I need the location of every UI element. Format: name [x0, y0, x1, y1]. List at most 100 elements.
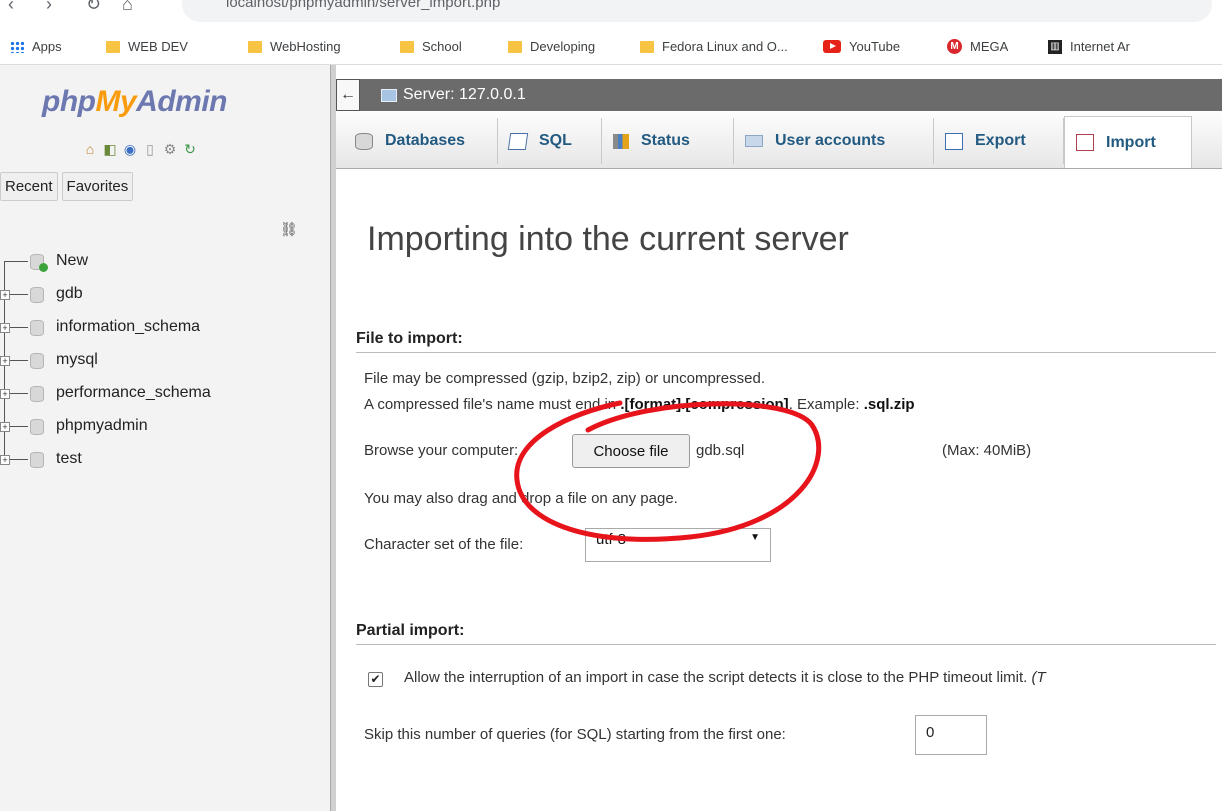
url-text[interactable]: localhost/phpmyadmin/server_import.php [226, 0, 500, 11]
selected-file-name: gdb.sql [696, 442, 745, 459]
tab-label: User accounts [775, 132, 886, 149]
apps-grid-icon [10, 40, 24, 53]
tab-user-accounts[interactable]: User accounts [734, 118, 934, 164]
logout-icon[interactable]: ◧ [102, 141, 118, 157]
filename-note-format: .[format].[compression] [620, 396, 789, 413]
expand-icon[interactable]: + [0, 455, 10, 465]
allow-interrupt-checkbox[interactable]: ✔ [368, 672, 383, 687]
bookmark-label: Developing [530, 39, 596, 54]
compression-note: File may be compressed (gzip, bzip2, zip… [364, 370, 766, 387]
database-icon [30, 287, 44, 303]
tab-import[interactable]: Import [1064, 116, 1192, 168]
bookmark-label: Internet Ar [1070, 39, 1130, 54]
navigation-panel: phpMyAdmin ⌂ ◧ ◉ ▯ ⚙ ↻ Recent Favorites … [0, 65, 331, 811]
sql-icon [507, 132, 529, 150]
home-icon[interactable]: ⌂ [122, 0, 133, 15]
tab-export[interactable]: Export [934, 118, 1064, 164]
folder-icon [400, 40, 414, 53]
link-with-main-panel-icon[interactable]: ⛓ [280, 221, 298, 238]
skip-queries-input[interactable]: 0 [915, 715, 987, 755]
mega-icon: M [947, 39, 962, 54]
bookmark-webhosting[interactable]: WebHosting [248, 39, 341, 54]
logo-part-my: My [95, 85, 137, 118]
folder-icon [508, 40, 522, 53]
tab-label: Status [641, 132, 690, 149]
tree-item-new[interactable]: New [0, 245, 330, 278]
bookmark-label: School [422, 39, 462, 54]
allow-interrupt-suffix: (T [1031, 669, 1046, 686]
user-accounts-icon [745, 135, 763, 147]
reload-navigation-icon[interactable]: ↻ [182, 141, 198, 157]
tree-label[interactable]: performance_schema [56, 384, 211, 402]
server-label-text: Server: 127.0.0.1 [403, 86, 526, 103]
charset-label: Character set of the file: [364, 536, 524, 553]
bookmark-fedora[interactable]: Fedora Linux and O... [640, 39, 788, 54]
reload-icon[interactable]: ↻ [86, 0, 101, 15]
allow-interrupt-text: Allow the interruption of an import in c… [404, 669, 1028, 686]
bookmark-mega[interactable]: M MEGA [947, 39, 1008, 54]
tab-sql[interactable]: SQL [498, 118, 602, 164]
bookmark-label: WEB DEV [128, 39, 188, 54]
tree-item-phpmyadmin[interactable]: + phpmyadmin [0, 410, 330, 443]
tree-item-performance-schema[interactable]: + performance_schema [0, 377, 330, 410]
back-icon[interactable]: ‹ [8, 0, 14, 15]
recent-tab[interactable]: Recent [0, 172, 58, 201]
partial-import-heading: Partial import: [356, 622, 1216, 645]
favorites-tab[interactable]: Favorites [61, 172, 134, 201]
docs-icon[interactable]: ▯ [142, 141, 158, 157]
phpmyadmin-logo[interactable]: phpMyAdmin [42, 85, 227, 119]
bookmark-internet-archive[interactable]: ▥ Internet Ar [1048, 39, 1130, 54]
bookmark-developing[interactable]: Developing [508, 39, 595, 54]
bookmark-youtube[interactable]: YouTube [823, 39, 900, 54]
bookmark-label: WebHosting [270, 39, 341, 54]
tree-label[interactable]: gdb [56, 285, 83, 303]
tree-label[interactable]: New [56, 252, 88, 270]
settings-icon[interactable]: ⚙ [162, 141, 178, 157]
filename-note-example: .sql.zip [863, 396, 915, 413]
tab-status[interactable]: Status [602, 118, 734, 164]
tree-label[interactable]: phpmyadmin [56, 417, 148, 435]
bookmark-apps[interactable]: Apps [10, 39, 62, 54]
home-icon[interactable]: ⌂ [82, 141, 98, 157]
bookmarks-bar: Apps WEB DEV WebHosting School Developin… [0, 30, 1222, 65]
tree-label[interactable]: information_schema [56, 318, 200, 336]
charset-select[interactable]: utf-8 ▼ [585, 528, 771, 562]
database-icon [30, 320, 44, 336]
tree-label[interactable]: test [56, 450, 82, 468]
quick-links: ⌂ ◧ ◉ ▯ ⚙ ↻ [82, 141, 198, 157]
tree-item-information-schema[interactable]: + information_schema [0, 311, 330, 344]
bookmark-school[interactable]: School [400, 39, 462, 54]
forward-icon[interactable]: › [46, 0, 52, 15]
bookmark-web-dev[interactable]: WEB DEV [106, 39, 188, 54]
database-icon [355, 132, 373, 150]
import-icon [1076, 134, 1094, 151]
tree-item-gdb[interactable]: + gdb [0, 278, 330, 311]
expand-icon[interactable]: + [0, 422, 10, 432]
allow-interrupt-label: Allow the interruption of an import in c… [404, 669, 1046, 686]
tree-item-mysql[interactable]: + mysql [0, 344, 330, 377]
database-icon [30, 419, 44, 435]
bookmark-label: Apps [32, 39, 62, 54]
help-icon[interactable]: ◉ [122, 141, 138, 157]
panel-resize-handle[interactable] [331, 65, 336, 811]
choose-file-button[interactable]: Choose file [572, 434, 690, 468]
tree-item-test[interactable]: + test [0, 443, 330, 476]
expand-icon[interactable]: + [0, 290, 10, 300]
tab-label: Export [975, 132, 1026, 149]
expand-icon[interactable]: + [0, 323, 10, 333]
skip-queries-label: Skip this number of queries (for SQL) st… [364, 726, 786, 743]
recent-favorites-tabs: Recent Favorites [0, 172, 137, 201]
server-icon [381, 88, 397, 102]
server-breadcrumb[interactable]: Server: 127.0.0.1 [381, 86, 526, 104]
bookmark-label: Fedora Linux and O... [662, 39, 788, 54]
server-breadcrumb-bar: ← Server: 127.0.0.1 [336, 79, 1222, 111]
expand-icon[interactable]: + [0, 356, 10, 366]
collapse-panel-button[interactable]: ← [336, 79, 360, 111]
tree-label[interactable]: mysql [56, 351, 98, 369]
filename-note-mid: . Example: [788, 396, 864, 413]
tab-databases[interactable]: Databases [344, 118, 498, 164]
page-title: Importing into the current server [367, 220, 849, 258]
browse-label: Browse your computer: [364, 442, 519, 459]
expand-icon[interactable]: + [0, 389, 10, 399]
filename-note-prefix: A compressed file's name must end in [364, 396, 621, 413]
